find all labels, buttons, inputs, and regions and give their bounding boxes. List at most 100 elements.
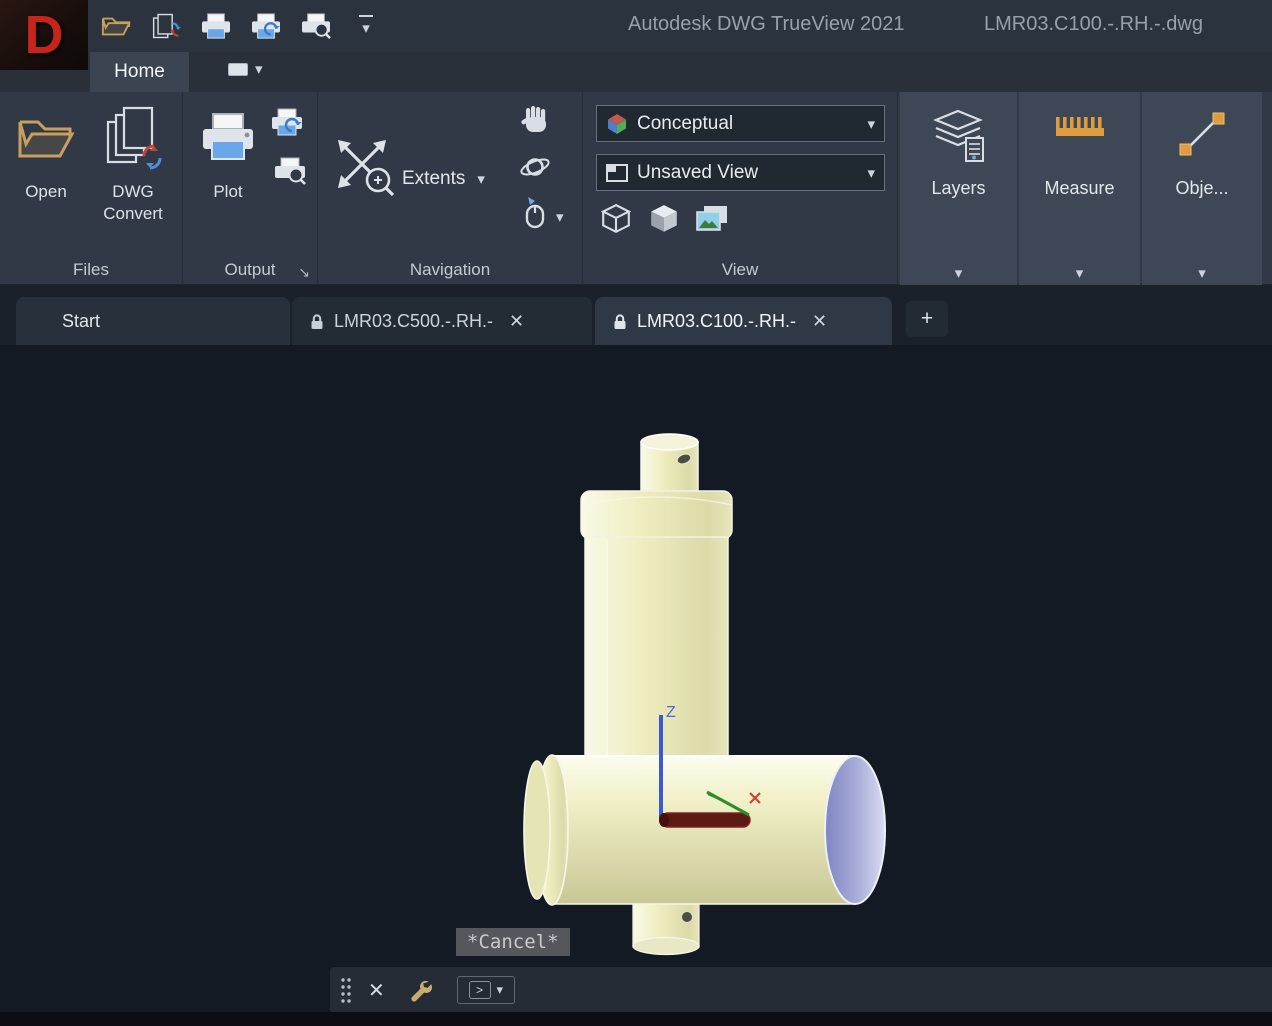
- plot-button-label: Plot: [213, 181, 242, 203]
- view-select[interactable]: Unsaved View ▾: [596, 154, 885, 191]
- named-views-icon: [695, 204, 729, 234]
- measure-icon-wrap: [1019, 114, 1140, 140]
- visual-style-cube-icon: [606, 113, 628, 135]
- new-tab-button[interactable]: +: [906, 301, 948, 337]
- ucs-z-label: Z: [666, 704, 676, 721]
- open-button[interactable]: Open: [8, 102, 84, 203]
- ribbon-panel-object[interactable]: Obje... ▾: [1142, 92, 1262, 285]
- ribbon: Open DWG Convert Files: [0, 92, 1272, 285]
- dwg-convert-button-qat[interactable]: [148, 8, 184, 44]
- measure-panel-label: Measure: [1019, 178, 1140, 199]
- file-tab-label: LMR03.C100.-.RH.-: [637, 311, 796, 332]
- batch-plot-button-qat[interactable]: [248, 8, 284, 44]
- lock-icon: [613, 313, 627, 330]
- drag-handle[interactable]: [340, 976, 352, 1004]
- wireframe-cube-button[interactable]: [597, 200, 635, 238]
- dwg-convert-icon: [104, 106, 162, 170]
- ribbon-panel-output: Plot Output ↘: [183, 92, 318, 285]
- ribbon-tab-home[interactable]: Home: [90, 52, 189, 92]
- shaded-cube-icon: [648, 203, 680, 235]
- ribbon-panel-measure[interactable]: Measure ▾: [1019, 92, 1140, 285]
- dwg-convert-icon: [151, 11, 181, 41]
- layers-icon: [930, 108, 988, 164]
- ribbon-panel-view: Conceptual ▾ Unsaved View ▾: [583, 92, 898, 285]
- ribbon-panel-layers[interactable]: Layers ▾: [900, 92, 1017, 285]
- lock-icon: [310, 313, 324, 330]
- plot-button-qat[interactable]: [198, 8, 234, 44]
- qat-customize-button[interactable]: ▾: [348, 8, 384, 44]
- zoom-extents-dropdown[interactable]: Extents ▾: [402, 168, 485, 190]
- qat-customize-bar: [359, 15, 373, 17]
- layers-flyout-caret[interactable]: ▾: [900, 264, 1017, 282]
- shaded-cube-button[interactable]: [645, 200, 683, 238]
- chevron-down-icon: ▾: [255, 60, 263, 78]
- quick-access-toolbar: ▾: [98, 7, 384, 45]
- visual-style-value: Conceptual: [637, 113, 733, 135]
- plus-icon: +: [921, 307, 933, 331]
- wireframe-cube-icon: [600, 203, 632, 235]
- dwg-convert-button[interactable]: DWG Convert: [90, 102, 176, 225]
- chevron-down-icon: ▾: [867, 115, 875, 133]
- ribbon-display-toggle[interactable]: ▾: [228, 60, 263, 78]
- printer-icon: [199, 111, 257, 165]
- layers-icon-wrap: [900, 108, 1017, 164]
- batch-plot-icon: [250, 12, 282, 40]
- printer-icon: [200, 12, 232, 40]
- plot-button[interactable]: Plot: [195, 102, 261, 203]
- open-folder-icon: [16, 114, 76, 162]
- close-icon[interactable]: ✕: [509, 311, 524, 332]
- measure-flyout-caret[interactable]: ▾: [1019, 264, 1140, 282]
- open-button-label: Open: [25, 181, 67, 203]
- 3d-model-valve: Z: [455, 425, 895, 965]
- plot-preview-icon: [273, 156, 307, 186]
- status-bar: [0, 1012, 1272, 1026]
- command-prompt-icon: >: [469, 981, 491, 999]
- view-value: Unsaved View: [637, 162, 758, 184]
- customize-button[interactable]: [407, 977, 433, 1003]
- file-tab-c500[interactable]: LMR03.C500.-.RH.- ✕: [292, 297, 592, 345]
- ribbon-tab-row: [0, 52, 1272, 92]
- app-title: Autodesk DWG TrueView 2021: [628, 13, 904, 36]
- object-flyout-caret[interactable]: ▾: [1142, 264, 1262, 282]
- pan-button[interactable]: [516, 102, 554, 140]
- ribbon-panel-files: Open DWG Convert Files: [0, 92, 183, 285]
- orbit-icon: [519, 152, 551, 182]
- zoom-extents-icon: [331, 133, 395, 197]
- output-panel-label: Output: [183, 260, 317, 280]
- object-icon-wrap: [1142, 108, 1262, 160]
- command-input-button[interactable]: > ▾: [457, 976, 515, 1004]
- output-dialog-launcher[interactable]: ↘: [298, 264, 310, 281]
- navigation-panel-label: Navigation: [318, 260, 582, 280]
- plot-preview-icon: [300, 12, 332, 40]
- close-icon[interactable]: ✕: [812, 311, 827, 332]
- layers-panel-label: Layers: [900, 178, 1017, 199]
- close-icon[interactable]: ✕: [368, 978, 385, 1003]
- zoom-extents-label: Extents: [402, 168, 465, 190]
- command-line-bar: ✕ > ▾: [330, 967, 1272, 1013]
- app-logo[interactable]: D: [0, 0, 88, 70]
- open-button-qat[interactable]: [98, 8, 134, 44]
- object-panel-label: Obje...: [1142, 178, 1262, 199]
- dwg-convert-button-label: DWG Convert: [90, 181, 176, 225]
- app-logo-letter: D: [25, 8, 64, 62]
- measure-ruler-icon: [1053, 114, 1107, 140]
- drawing-canvas[interactable]: Z *Cancel* ✕: [0, 345, 1272, 1012]
- file-tab-c100-active[interactable]: LMR03.C100.-.RH.- ✕: [595, 297, 892, 345]
- visual-style-select[interactable]: Conceptual ▾: [596, 105, 885, 142]
- view-window-icon: [606, 163, 628, 183]
- object-line-icon: [1176, 108, 1228, 160]
- file-tab-start[interactable]: Start: [16, 297, 290, 345]
- wheel-dropdown-caret[interactable]: ▾: [556, 208, 564, 226]
- plot-preview-button[interactable]: [271, 152, 309, 190]
- chevron-down-icon: ▾: [362, 19, 370, 37]
- batch-plot-button[interactable]: [268, 103, 306, 141]
- open-folder-icon: [101, 14, 131, 38]
- wrench-icon: [407, 977, 433, 1003]
- named-views-button[interactable]: [693, 200, 731, 238]
- zoom-extents-button[interactable]: [330, 132, 396, 198]
- ucs-x-axis: [661, 813, 750, 827]
- plot-preview-button-qat[interactable]: [298, 8, 334, 44]
- orbit-button[interactable]: [516, 148, 554, 186]
- document-title: LMR03.C100.-.RH.-.dwg: [984, 13, 1203, 36]
- navigation-wheel-button[interactable]: [516, 194, 554, 232]
